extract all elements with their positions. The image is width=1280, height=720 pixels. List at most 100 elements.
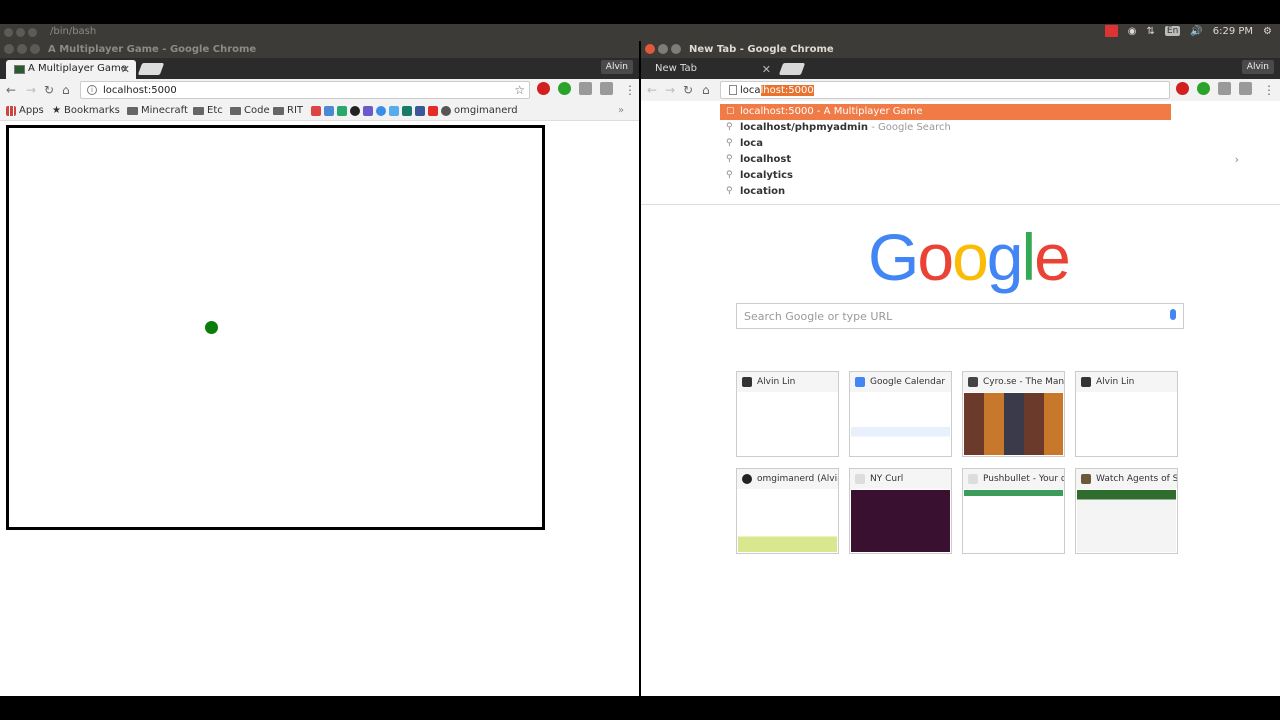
opera-extension-icon[interactable] — [537, 82, 550, 95]
suggestion-item[interactable]: ⚲ localhost › — [720, 152, 1239, 168]
home-icon[interactable]: ⌂ — [702, 83, 710, 97]
record-indicator-icon[interactable] — [1104, 25, 1118, 37]
menu-dots-icon[interactable]: ⋮ — [624, 83, 636, 97]
bookmark-rit[interactable]: RIT — [273, 105, 303, 116]
suggestion-item[interactable]: ▢ localhost:5000 - A Multiplayer Game — [720, 104, 1171, 120]
most-visited-tile[interactable]: Alvin Lin — [736, 371, 839, 457]
search-icon: ⚲ — [726, 154, 733, 164]
clock[interactable]: 6:29 PM — [1213, 26, 1253, 37]
omgimanerd-favicon-icon — [441, 105, 451, 116]
drive-icon[interactable] — [324, 105, 334, 116]
most-visited-tile[interactable]: omgimanerd (Alvin Li — [736, 468, 839, 554]
gmail-icon[interactable] — [311, 105, 321, 116]
reload-icon[interactable]: ↻ — [44, 83, 54, 97]
window-titlebar[interactable]: New Tab - Google Chrome — [641, 41, 1280, 58]
player-dot — [205, 321, 218, 334]
suggestion-item[interactable]: ⚲ localhost/phpmyadmin - Google Search — [720, 120, 1171, 136]
tab-multiplayer-game[interactable]: A Multiplayer Game ✕ — [6, 60, 136, 79]
settings-gear-icon[interactable]: ⚙ — [1263, 26, 1272, 37]
opera-extension-icon[interactable] — [1176, 82, 1189, 95]
play-store-icon[interactable] — [337, 105, 347, 116]
green-extension-icon[interactable] — [1197, 82, 1210, 95]
bookmark-apps[interactable]: Apps — [6, 105, 44, 116]
profile-button[interactable]: Alvin — [600, 60, 633, 74]
bookmark-omgimanerd[interactable]: omgimanerd — [454, 105, 518, 116]
bookmark-code[interactable]: Code — [230, 105, 270, 116]
bookmark-etc[interactable]: Etc — [193, 105, 223, 116]
forward-arrow-icon[interactable]: → — [665, 83, 675, 97]
youtube-icon[interactable] — [428, 105, 438, 116]
home-icon[interactable]: ⌂ — [62, 83, 70, 97]
address-bar[interactable]: i localhost:5000 ☆ — [80, 81, 530, 99]
google-search-input[interactable]: Search Google or type URL — [736, 303, 1184, 329]
page-icon — [729, 85, 737, 95]
tile-thumbnail — [1077, 490, 1176, 552]
tile-thumbnail — [1077, 393, 1176, 455]
tab-strip: New Tab ✕ Alvin — [641, 58, 1280, 79]
info-icon[interactable]: i — [87, 85, 97, 95]
heroku-icon[interactable] — [363, 105, 373, 116]
m-favicon-icon — [968, 377, 978, 387]
m-bookmark-icon[interactable] — [402, 105, 412, 116]
new-tab-button[interactable] — [778, 63, 806, 75]
back-arrow-icon[interactable]: ← — [6, 83, 16, 97]
keyboard-language-indicator[interactable]: En — [1164, 26, 1181, 36]
most-visited-tile[interactable]: Google Calendar — [849, 371, 952, 457]
close-window-button[interactable] — [645, 44, 655, 54]
tab-label: A Multiplayer Game — [28, 63, 127, 74]
tile-thumbnail — [964, 490, 1063, 552]
menu-dots-icon[interactable]: ⋮ — [1263, 83, 1275, 97]
extension-k-icon[interactable] — [1218, 82, 1231, 95]
most-visited-tile[interactable]: Pushbullet - Your devi — [962, 468, 1065, 554]
game-canvas[interactable] — [6, 125, 545, 530]
tab-new-tab[interactable]: New Tab ✕ — [647, 60, 777, 79]
close-tab-icon[interactable]: ✕ — [762, 63, 771, 76]
extension-a-icon[interactable] — [600, 82, 613, 95]
ubuntu-top-panel: /bin/bash ◉ ⇅ En 🔊 6:29 PM ⚙ — [0, 24, 1280, 41]
maximize-window-button[interactable] — [30, 44, 40, 54]
more-bookmarks-chevron-icon[interactable]: » — [618, 105, 624, 116]
profile-button[interactable]: Alvin — [1241, 60, 1274, 74]
tile-thumbnail — [738, 393, 837, 455]
address-text: localhost:5000 — [103, 85, 177, 96]
microphone-icon[interactable] — [1170, 309, 1176, 320]
autocomplete-selection: lhost:5000 — [760, 85, 814, 96]
address-bar[interactable]: localhost:5000 — [720, 81, 1170, 99]
green-extension-icon[interactable] — [558, 82, 571, 95]
most-visited-tile[interactable]: Cyro.se - The Many-M — [962, 371, 1065, 457]
terminal-window-buttons — [4, 27, 40, 40]
most-visited-tile[interactable]: Alvin Lin — [1075, 371, 1178, 457]
facebook-icon[interactable] — [415, 105, 425, 116]
minimize-window-button[interactable] — [17, 44, 27, 54]
tile-thumbnail — [851, 393, 950, 455]
most-visited-tile[interactable]: NY Curl — [849, 468, 952, 554]
forward-arrow-icon[interactable]: → — [26, 83, 36, 97]
github-icon[interactable] — [350, 105, 360, 116]
suggestion-item[interactable]: ⚲ loca — [720, 136, 1171, 152]
transfer-icon[interactable]: ⇅ — [1147, 26, 1155, 37]
minimize-window-button[interactable] — [658, 44, 668, 54]
chevron-right-icon[interactable]: › — [1235, 153, 1239, 166]
extension-k-icon[interactable] — [579, 82, 592, 95]
suggestion-item[interactable]: ⚲ localytics — [720, 168, 1171, 184]
back-arrow-icon[interactable]: ← — [647, 83, 657, 97]
maximize-window-button[interactable] — [671, 44, 681, 54]
new-tab-button[interactable] — [137, 63, 165, 75]
twitter-icon[interactable] — [389, 105, 399, 116]
bookmark-bookmarks[interactable]: ★ Bookmarks — [52, 105, 120, 116]
close-window-button[interactable] — [4, 44, 14, 54]
most-visited-tile[interactable]: Watch Agents of S.H. — [1075, 468, 1178, 554]
extension-a-icon[interactable] — [1239, 82, 1252, 95]
suggestion-item[interactable]: ⚲ location — [720, 184, 1171, 200]
window-titlebar[interactable]: A Multiplayer Game - Google Chrome — [0, 41, 639, 58]
q-extension-icon[interactable] — [376, 105, 386, 116]
volume-icon[interactable]: 🔊 — [1190, 26, 1202, 37]
browser-toolbar: ← → ↻ ⌂ localhost:5000 ⋮ — [641, 79, 1280, 101]
bookmark-minecraft[interactable]: Minecraft — [127, 105, 188, 116]
close-tab-icon[interactable]: ✕ — [121, 63, 130, 76]
reload-icon[interactable]: ↻ — [683, 83, 693, 97]
bookmark-star-icon[interactable]: ☆ — [514, 83, 525, 97]
page-icon: ▢ — [726, 106, 735, 116]
site-favicon-icon — [1081, 377, 1091, 387]
network-icon[interactable]: ◉ — [1128, 26, 1137, 37]
